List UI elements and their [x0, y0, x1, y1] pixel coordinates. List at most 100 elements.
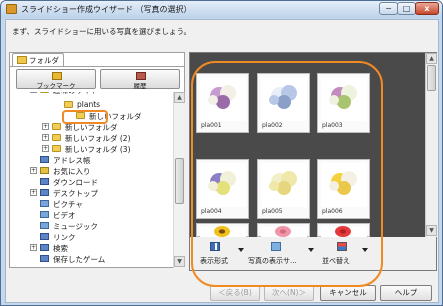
flower-photo — [200, 77, 246, 121]
back-button[interactable]: ＜戻る(B) — [210, 285, 260, 301]
contacts-icon — [40, 156, 49, 163]
chevron-down-icon — [308, 248, 314, 252]
flower-photo — [261, 163, 307, 207]
app-icon — [6, 4, 17, 14]
photo-icon — [271, 242, 281, 251]
sort-button[interactable]: 並べ替え — [322, 239, 368, 267]
tree-item-label: 新しいフォルダ (3) — [65, 145, 131, 154]
thumbnail-caption: pla001 — [201, 122, 222, 129]
desktop-icon — [40, 189, 49, 196]
folder-icon — [17, 56, 27, 64]
flower-photo — [321, 77, 367, 121]
tree-item-label: 検索 — [53, 244, 68, 253]
scroll-up-arrow-icon[interactable]: ▲ — [426, 53, 437, 64]
tree-item-label: リンク — [53, 233, 76, 242]
expand-icon[interactable]: + — [30, 189, 37, 196]
next-button[interactable]: 次へ(N)＞ — [264, 285, 314, 301]
minimize-button[interactable]: − — [379, 2, 398, 15]
expand-icon[interactable]: + — [42, 134, 49, 141]
scrollbar-thumb[interactable] — [427, 65, 436, 91]
tab-folders-label: フォルダ — [29, 56, 59, 65]
sort-label: 並べ替え — [322, 257, 350, 265]
tree-item-label: デスクトップ — [53, 189, 98, 198]
sort-icon — [337, 242, 347, 251]
history-button-label: 履歴 — [133, 82, 147, 90]
folder-panel: フォルダ ブックマーク 履歴 趣味のサイト−plants新しいフォルダ新しいフォ… — [9, 52, 185, 268]
history-button[interactable]: 履歴 — [100, 69, 180, 90]
tree-item-label: ミュージック — [53, 222, 98, 231]
photo-thumbnail[interactable] — [257, 223, 310, 245]
grid-view-icon — [210, 242, 220, 251]
video-icon — [40, 211, 49, 218]
expand-icon[interactable]: + — [30, 244, 37, 251]
expand-icon[interactable]: + — [30, 167, 37, 174]
expand-icon[interactable]: + — [42, 123, 49, 130]
thumbnail-panel: pla006 pla005 pla004 pla003 pla002 pla001 ▲ ▼… — [189, 52, 437, 271]
downloads-icon — [40, 178, 49, 185]
collapse-icon[interactable]: − — [30, 92, 37, 93]
thumbnail-toolbar: 表示形式 写真の表示サ... 並べ替え — [190, 237, 436, 270]
scrollbar-thumb[interactable] — [175, 158, 184, 204]
close-button[interactable]: x — [415, 2, 439, 15]
tab-folders[interactable]: フォルダ — [12, 53, 64, 66]
scroll-up-arrow-icon[interactable]: ▲ — [174, 92, 185, 103]
scroll-down-arrow-icon[interactable]: ▼ — [174, 256, 185, 267]
tree-item-label: 保存したゲーム — [53, 255, 106, 264]
photo-thumbnail[interactable]: pla005 — [257, 159, 310, 219]
flower-photo — [200, 163, 246, 207]
window-title: スライドショー作成ウイザード （写真の選択） — [21, 5, 192, 14]
tab-divider — [10, 66, 184, 67]
title-bar[interactable]: スライドショー作成ウイザード （写真の選択） − □ x — [1, 1, 442, 18]
help-button[interactable]: ヘルプ — [380, 285, 432, 301]
chevron-down-icon — [238, 248, 244, 252]
pictures-icon — [40, 200, 49, 207]
scroll-down-arrow-icon[interactable]: ▼ — [426, 225, 437, 236]
tree-item-label: アドレス帳 — [53, 156, 91, 165]
tree-item-label: お気に入り — [53, 167, 91, 176]
flower-photo — [321, 163, 367, 207]
photo-thumbnail[interactable]: pla002 — [257, 73, 310, 133]
display-format-button[interactable]: 表示形式 — [200, 239, 244, 267]
folder-icon — [40, 92, 49, 93]
photo-thumbnail[interactable]: pla001 — [196, 73, 249, 133]
links-icon — [40, 233, 49, 240]
photo-thumbnail[interactable]: pla003 — [317, 73, 370, 133]
bookmark-icon — [52, 72, 62, 80]
selected-folder-highlight — [62, 110, 108, 124]
photo-thumbnail[interactable]: pla006 — [317, 159, 370, 219]
thumbnail-caption: pla005 — [262, 208, 283, 215]
photo-thumbnail[interactable] — [196, 223, 249, 245]
saved-games-icon — [40, 255, 49, 262]
folder-icon — [64, 101, 73, 108]
favorites-icon — [40, 167, 49, 174]
thumbnail-scrollbar[interactable]: ▲ ▼ — [425, 53, 437, 237]
thumbnail-caption: pla004 — [201, 208, 222, 215]
folder-icon — [52, 145, 61, 152]
tree-item-label: 新しいフォルダ (2) — [65, 134, 131, 143]
tree-item-label: ビデオ — [53, 211, 76, 220]
thumbnail-caption: pla006 — [322, 208, 343, 215]
tree-scrollbar[interactable]: ▲ ▼ — [173, 92, 185, 268]
bookmark-button[interactable]: ブックマーク — [16, 69, 96, 90]
tree-item-label: 趣味のサイト — [53, 92, 98, 96]
tree-item-label: ピクチャ — [53, 200, 83, 209]
flower-photo — [261, 77, 307, 121]
photo-display-button[interactable]: 写真の表示サ... — [248, 239, 314, 267]
expand-icon[interactable]: + — [42, 145, 49, 152]
folder-icon — [52, 123, 61, 130]
photo-thumbnail[interactable]: pla004 — [196, 159, 249, 219]
music-icon — [40, 222, 49, 229]
search-icon — [40, 244, 49, 251]
history-icon — [136, 72, 146, 80]
display-format-label: 表示形式 — [200, 257, 228, 265]
cancel-button[interactable]: キャンセル — [320, 285, 376, 301]
bookmark-button-label: ブックマーク — [36, 82, 76, 90]
thumbnail-caption: pla002 — [262, 122, 283, 129]
wizard-window: スライドショー作成ウイザード （写真の選択） − □ x まず、スライドショーに… — [0, 0, 443, 306]
photo-thumbnail[interactable] — [317, 223, 370, 245]
tree-item-label: plants — [77, 100, 101, 109]
folder-icon — [52, 134, 61, 141]
maximize-button[interactable]: □ — [397, 2, 416, 15]
thumbnail-caption: pla003 — [322, 122, 343, 129]
tree-item-label: ダウンロード — [53, 178, 98, 187]
